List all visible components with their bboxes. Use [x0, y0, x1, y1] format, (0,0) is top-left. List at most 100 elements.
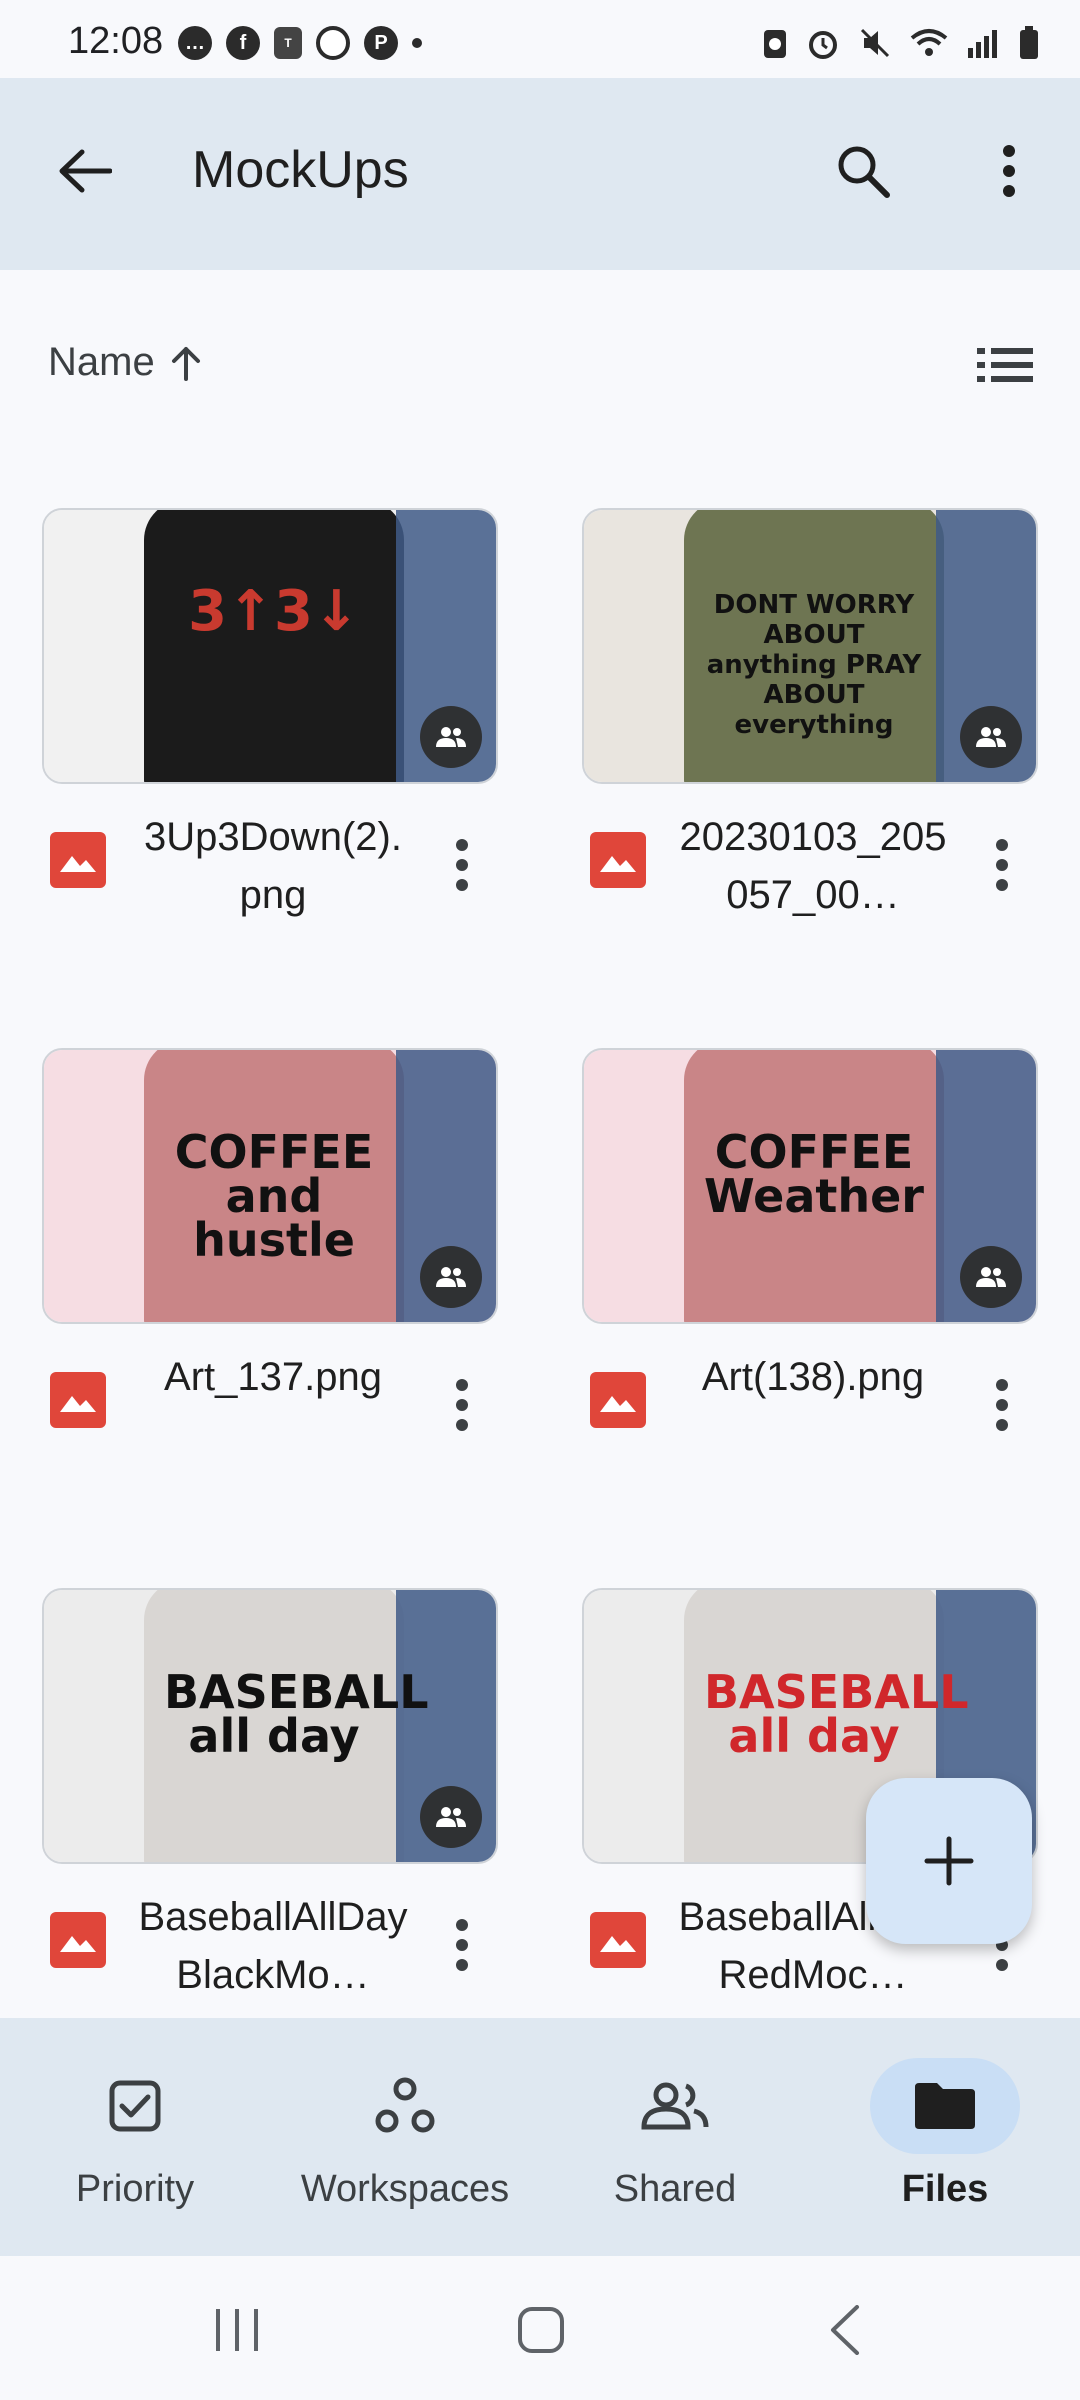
- nav-workspaces[interactable]: Workspaces: [290, 2040, 520, 2230]
- image-file-icon: [590, 832, 646, 888]
- file-name: Art_137.png: [164, 1355, 382, 1399]
- arrow-up-icon: [171, 346, 200, 381]
- nav-icon-container: [60, 2058, 210, 2154]
- file-card[interactable]: COFFEE Weather Art(138).png: [582, 1048, 1038, 1488]
- file-thumbnail[interactable]: BASEBALL all day: [42, 1588, 498, 1864]
- sort-label: Name: [48, 340, 155, 384]
- image-file-icon: [590, 1372, 646, 1428]
- image-file-icon: [590, 1912, 646, 1968]
- file-thumbnail[interactable]: COFFEE and hustle: [42, 1048, 498, 1324]
- file-name: Art(138).png: [701, 1355, 925, 1399]
- file-thumbnail[interactable]: 3↑3↓: [42, 508, 498, 784]
- battery-icon: [1020, 26, 1038, 59]
- more-vert-icon: [996, 1379, 1008, 1431]
- recents-icon: [216, 2309, 258, 2351]
- shirt-design-text: COFFEE and hustle: [174, 1125, 374, 1267]
- shirt-design-text: COFFEE Weather: [704, 1125, 924, 1223]
- file-name: BaseballAllDayBlackMo…: [138, 1895, 408, 1997]
- nav-files[interactable]: Files: [830, 2040, 1060, 2230]
- shared-badge: [960, 1246, 1022, 1308]
- more-vert-icon: [996, 839, 1008, 891]
- list-view-toggle[interactable]: [970, 340, 1040, 390]
- back-nav-button[interactable]: [800, 2290, 890, 2370]
- sort-button[interactable]: Name: [48, 340, 201, 385]
- nav-priority[interactable]: Priority: [20, 2040, 250, 2230]
- file-info-row: BaseballAllDayBlackMo…: [42, 1878, 498, 2018]
- shirt-mockup: [144, 510, 404, 782]
- notification-icons: … f T P: [178, 26, 422, 60]
- file-card[interactable]: BASEBALL all day BaseballAllDayBlackMo…: [42, 1588, 498, 2028]
- back-button[interactable]: [40, 126, 130, 216]
- status-time: 12:08: [68, 20, 164, 62]
- shirt-design-text: DONT WORRY ABOUT anything PRAY ABOUT eve…: [706, 590, 922, 740]
- image-file-icon: [50, 1912, 106, 1968]
- nav-label: Files: [901, 2168, 989, 2210]
- dot-icon: [412, 38, 422, 48]
- nav-label: Workspaces: [300, 2168, 510, 2210]
- new-button[interactable]: [866, 1778, 1032, 1944]
- signal-icon: [968, 30, 997, 58]
- mute-icon: [860, 28, 890, 58]
- people-icon: [436, 1807, 466, 1827]
- file-thumbnail[interactable]: COFFEE Weather: [582, 1048, 1038, 1324]
- home-button[interactable]: [496, 2290, 586, 2370]
- more-vert-icon: [1003, 145, 1015, 197]
- nav-icon-container: [330, 2058, 480, 2154]
- threads-icon: [316, 26, 350, 60]
- chat-icon: …: [178, 26, 212, 60]
- search-icon: [838, 146, 890, 198]
- nav-label: Priority: [75, 2168, 195, 2210]
- file-card[interactable]: DONT WORRY ABOUT anything PRAY ABOUT eve…: [582, 508, 1038, 948]
- more-vert-icon: [456, 1379, 468, 1431]
- home-icon: [518, 2307, 564, 2353]
- shared-badge: [420, 706, 482, 768]
- image-file-icon: [50, 1372, 106, 1428]
- shirt-design-text: BASEBALL all day: [704, 1665, 969, 1763]
- nav-icon-container: [870, 2058, 1020, 2154]
- plus-icon: [924, 1836, 974, 1886]
- people-icon: [641, 2082, 709, 2130]
- recents-button[interactable]: [192, 2290, 282, 2370]
- top-app-bar: [0, 78, 1080, 270]
- file-thumbnail[interactable]: DONT WORRY ABOUT anything PRAY ABOUT eve…: [582, 508, 1038, 784]
- chevron-left-icon: [831, 2305, 859, 2355]
- facebook-icon: f: [226, 26, 260, 60]
- file-more-button[interactable]: [972, 1360, 1032, 1450]
- search-button[interactable]: [818, 126, 908, 216]
- more-vert-icon: [456, 839, 468, 891]
- nav-label: Shared: [613, 2168, 737, 2210]
- temu-icon: T: [274, 27, 302, 59]
- file-more-button[interactable]: [432, 1900, 492, 1990]
- checkbox-icon: [109, 2080, 161, 2132]
- wifi-icon: [910, 29, 948, 56]
- people-icon: [436, 1267, 466, 1287]
- pinterest-icon: P: [364, 26, 398, 60]
- file-card[interactable]: COFFEE and hustle Art_137.png: [42, 1048, 498, 1488]
- people-icon: [976, 1267, 1006, 1287]
- system-status-icons: [762, 26, 1040, 60]
- file-info-row: 3Up3Down(2).png: [42, 798, 498, 938]
- shirt-design-text: BASEBALL all day: [164, 1665, 429, 1763]
- shared-badge: [960, 706, 1022, 768]
- shared-badge: [420, 1246, 482, 1308]
- nav-shared[interactable]: Shared: [560, 2040, 790, 2230]
- overflow-menu-button[interactable]: [964, 126, 1054, 216]
- alarm-icon: [809, 31, 837, 59]
- folder-icon: [915, 2083, 975, 2129]
- file-more-button[interactable]: [432, 820, 492, 910]
- file-more-button[interactable]: [432, 1360, 492, 1450]
- file-info-row: Art(138).png: [582, 1338, 1038, 1478]
- recycle-icon: [764, 30, 786, 58]
- list-view-icon: [977, 348, 1033, 382]
- file-more-button[interactable]: [972, 820, 1032, 910]
- file-card[interactable]: 3↑3↓ 3Up3Down(2).png: [42, 508, 498, 948]
- people-icon: [976, 727, 1006, 747]
- file-info-row: 20230103_205057_00…: [582, 798, 1038, 938]
- file-info-row: Art_137.png: [42, 1338, 498, 1478]
- image-file-icon: [50, 832, 106, 888]
- people-icon: [436, 727, 466, 747]
- shared-badge: [420, 1786, 482, 1848]
- file-name: 20230103_205057_00…: [679, 815, 947, 917]
- nav-icon-container: [600, 2058, 750, 2154]
- workspaces-icon: [375, 2077, 435, 2133]
